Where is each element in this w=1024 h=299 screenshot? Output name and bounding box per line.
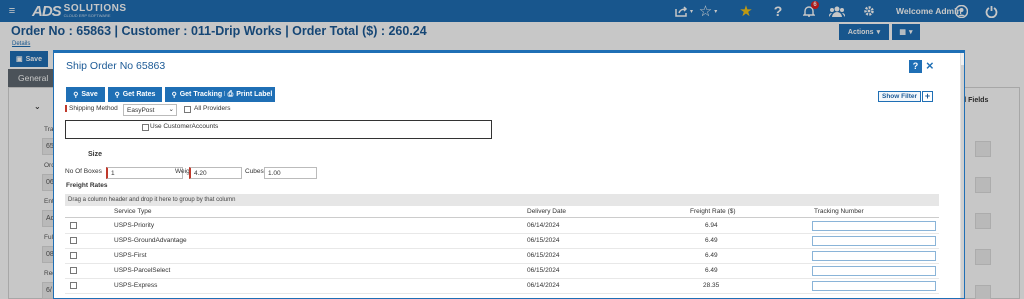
column-header-delivery-date[interactable]: Delivery Date xyxy=(527,208,566,215)
freight-rate-cell: 6.49 xyxy=(705,237,718,244)
column-header-freight-rate[interactable]: Freight Rate ($) xyxy=(690,208,736,215)
chevron-down-icon: ⌄ xyxy=(168,106,174,113)
customer-accounts-box: Use CustomerAccounts xyxy=(65,120,492,139)
tracking-number-input[interactable] xyxy=(812,266,936,276)
shipping-method-label: Shipping Method xyxy=(65,105,118,112)
cubes-label: Cubes xyxy=(245,168,264,175)
row-select-checkbox[interactable] xyxy=(70,222,77,229)
size-heading: Size xyxy=(88,151,103,158)
use-customer-accounts-label: Use CustomerAccounts xyxy=(150,123,219,130)
all-providers-checkbox[interactable] xyxy=(184,106,191,113)
row-select-checkbox[interactable] xyxy=(70,237,77,244)
ship-order-modal: Ship Order No 65863 ? × ⚲ Save ⚲ Get Rates… xyxy=(53,50,965,299)
use-customer-accounts-checkbox[interactable] xyxy=(142,124,149,131)
tracking-number-input[interactable] xyxy=(812,236,936,246)
column-header-tracking-number[interactable]: Tracking Number xyxy=(814,208,864,215)
modal-help-button[interactable]: ? xyxy=(909,60,922,73)
row-select-checkbox[interactable] xyxy=(70,252,77,259)
delivery-date-cell: 06/14/2024 xyxy=(527,282,560,289)
print-label-button[interactable]: ⎙ Print Label xyxy=(225,87,275,102)
row-select-checkbox[interactable] xyxy=(70,282,77,289)
ship-save-button[interactable]: ⚲ Save xyxy=(66,87,105,102)
no-of-boxes-label: No Of Boxes xyxy=(65,168,102,175)
freight-rate-row[interactable]: USPS-Priority 06/14/2024 6.94 xyxy=(65,219,939,234)
show-filter-plus-button[interactable]: + xyxy=(922,91,933,102)
delivery-date-cell: 06/15/2024 xyxy=(527,252,560,259)
modal-scrollbar-thumb[interactable] xyxy=(961,65,964,298)
freight-rate-row[interactable]: USPS-ParcelSelect 06/15/2024 6.49 xyxy=(65,264,939,279)
service-type-cell: USPS-GroundAdvantage xyxy=(114,237,187,244)
service-type-cell: USPS-ParcelSelect xyxy=(114,267,171,274)
tracking-number-input[interactable] xyxy=(812,281,936,291)
cubes-input[interactable]: 1.00 xyxy=(264,167,317,179)
tracking-number-input[interactable] xyxy=(812,221,936,231)
freight-rate-cell: 6.49 xyxy=(705,252,718,259)
no-of-boxes-input[interactable]: 1 xyxy=(106,167,183,179)
search-icon: ⚲ xyxy=(171,91,177,99)
freight-rate-row[interactable]: USPS-Express 06/14/2024 28.35 xyxy=(65,279,939,294)
service-type-cell: USPS-Express xyxy=(114,282,158,289)
get-rates-button[interactable]: ⚲ Get Rates xyxy=(108,87,162,102)
freight-rate-cell: 6.49 xyxy=(705,267,718,274)
all-providers-label: All Providers xyxy=(194,105,231,112)
freight-rate-cell: 6.94 xyxy=(705,222,718,229)
freight-rate-row[interactable]: USPS-First 06/15/2024 6.49 xyxy=(65,249,939,264)
shipping-method-select[interactable]: EasyPost ⌄ xyxy=(123,104,177,116)
delivery-date-cell: 06/14/2024 xyxy=(527,222,560,229)
freight-rate-row[interactable]: USPS-GroundAdvantage 06/15/2024 6.49 xyxy=(65,234,939,249)
weight-input[interactable]: 4.20 xyxy=(189,167,242,179)
search-icon: ⚲ xyxy=(114,91,120,99)
row-select-checkbox[interactable] xyxy=(70,267,77,274)
freight-rates-heading: Freight Rates xyxy=(66,182,108,189)
modal-title: Ship Order No 65863 xyxy=(66,60,166,72)
delivery-date-cell: 06/15/2024 xyxy=(527,237,560,244)
delivery-date-cell: 06/15/2024 xyxy=(527,267,560,274)
freight-rate-cell: 28.35 xyxy=(703,282,720,289)
modal-close-icon[interactable]: × xyxy=(926,58,934,73)
service-type-cell: USPS-First xyxy=(114,252,147,259)
show-filter-button[interactable]: Show Filter xyxy=(878,91,921,102)
group-by-drop-zone[interactable]: Drag a column header and drop it here to… xyxy=(65,194,939,206)
tracking-number-input[interactable] xyxy=(812,251,936,261)
service-type-cell: USPS-Priority xyxy=(114,222,155,229)
column-header-service-type[interactable]: Service Type xyxy=(114,208,151,215)
printer-icon: ⎙ xyxy=(227,90,234,98)
save-icon: ⚲ xyxy=(73,91,79,99)
freight-grid-header: Service Type Delivery Date Freight Rate … xyxy=(65,207,939,218)
